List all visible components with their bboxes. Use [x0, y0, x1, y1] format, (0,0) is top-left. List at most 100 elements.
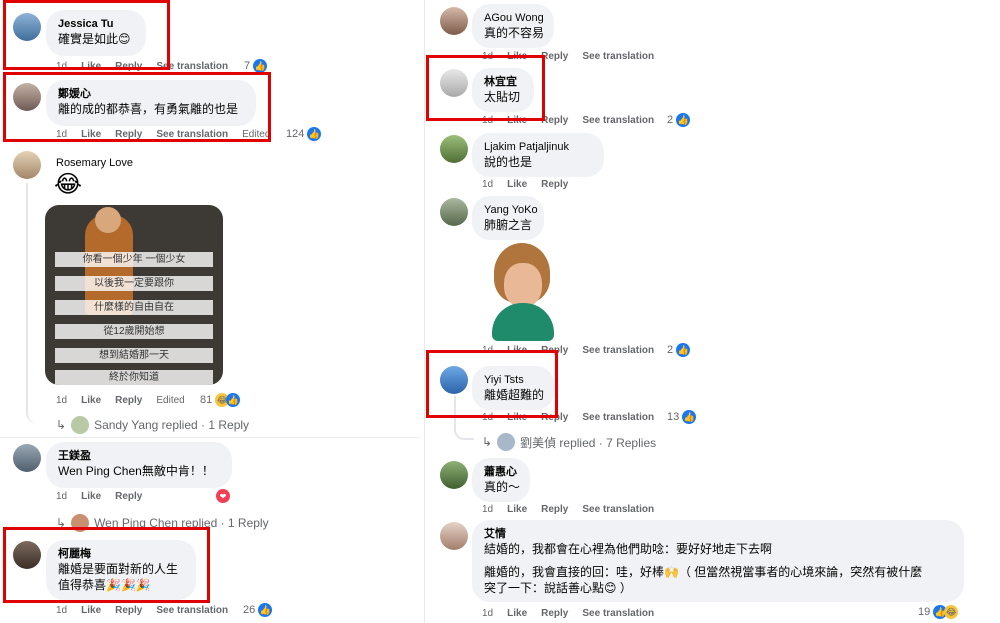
reply-button[interactable]: Reply: [115, 605, 142, 616]
comment-text: 離婚的，我會直接的回：哇，好棒🙌（ 但當然視當事者的心境來論，突然有被什麼: [484, 565, 923, 579]
highlight-box: [3, 527, 210, 603]
like-icon: 👍: [676, 343, 691, 357]
like-icon: 👍: [676, 113, 691, 127]
comment-bubble: 艾情 結婚的，我都會在心裡為他們助唸：要好好地走下去啊 離婚的，我會直接的回：哇…: [472, 520, 964, 602]
reaction-count[interactable]: 124 👍: [286, 127, 322, 141]
reply-button[interactable]: Reply: [115, 395, 142, 406]
sticker-face: [504, 263, 542, 307]
like-button[interactable]: Like: [81, 491, 101, 502]
reaction-count[interactable]: 2 👍: [667, 343, 691, 357]
reaction-count[interactable]: 81 😂 👍: [200, 393, 241, 407]
comment-author[interactable]: Rosemary Love: [56, 156, 133, 170]
avatar: [497, 433, 516, 451]
comment-time[interactable]: 1d: [482, 179, 493, 190]
gif-head: [95, 207, 121, 233]
comment-bubble: AGou Wong 真的不容易: [472, 4, 554, 48]
reaction-number: 124: [286, 128, 305, 140]
heart-icon: ❤: [216, 489, 230, 503]
comment-author[interactable]: 艾情: [484, 527, 952, 541]
like-button[interactable]: Like: [81, 395, 101, 406]
reaction-number: 13: [667, 411, 680, 423]
highlight-box: [3, 72, 271, 142]
reply-button[interactable]: Reply: [541, 115, 568, 126]
reaction-count[interactable]: ❤: [216, 489, 230, 503]
reaction-count[interactable]: 2 👍: [667, 113, 691, 127]
comment-text: 肺腑之言: [484, 218, 533, 232]
comment-actions: 1d Like Reply Edited: [56, 395, 199, 406]
comment-author[interactable]: 王鎂盈: [58, 449, 220, 463]
comment-time[interactable]: 1d: [56, 395, 67, 406]
see-translation-link[interactable]: See translation: [582, 115, 654, 126]
reply-arrow-icon: ↳: [56, 418, 67, 432]
comment-time[interactable]: 1d: [56, 491, 67, 502]
gif-attachment[interactable]: 你看一個少年 一個少女 以後我一定要跟你 什麼樣的自由自在 從12歲開始想 想到…: [45, 205, 223, 385]
like-button[interactable]: Like: [507, 504, 527, 515]
replies-summary: 劉美偵 replied · 7 Replies: [520, 435, 657, 450]
reaction-count[interactable]: 7 👍: [244, 59, 268, 73]
reaction-count[interactable]: 13 👍: [667, 410, 697, 424]
comment-bubble: Ljakim Patjaljinuk 說的也是: [472, 133, 604, 177]
comment-time[interactable]: 1d: [482, 608, 493, 619]
see-translation-link[interactable]: See translation: [156, 605, 228, 616]
avatar-sticker[interactable]: [486, 243, 558, 341]
sticker-body: [492, 303, 554, 341]
comment-author[interactable]: Ljakim Patjaljinuk: [484, 140, 592, 154]
gif-caption: 從12歲開始想: [55, 324, 213, 339]
comment-time[interactable]: 1d: [56, 605, 67, 616]
comment-bubble: 王鎂盈 Wen Ping Chen無敵中肯！！: [46, 442, 232, 488]
like-button[interactable]: Like: [507, 608, 527, 619]
comment-actions: 1d Like Reply See translation: [482, 608, 668, 619]
comment-author[interactable]: Yang YoKo: [484, 203, 538, 217]
avatar: [71, 416, 90, 434]
see-translation-link[interactable]: See translation: [582, 608, 654, 619]
comment-actions: 1d Like Reply See translation: [56, 605, 242, 616]
avatar[interactable]: [440, 461, 468, 489]
reaction-count[interactable]: 26 👍: [243, 603, 273, 617]
see-translation-link[interactable]: See translation: [582, 51, 654, 62]
comment-actions: 1d Like Reply See translation: [482, 504, 668, 515]
avatar[interactable]: [13, 151, 41, 179]
avatar[interactable]: [13, 444, 41, 472]
left-comment-column: Jessica Tu 確實是如此😊 1d Like Reply See tran…: [0, 0, 420, 623]
see-translation-link[interactable]: See translation: [582, 504, 654, 515]
gif-caption: 你看一個少年 一個少女: [55, 252, 213, 267]
comment-author[interactable]: 蕭惠心: [484, 465, 518, 479]
view-replies-link[interactable]: ↳ Sandy Yang replied · 1 Reply: [56, 416, 249, 434]
reply-button[interactable]: Reply: [541, 504, 568, 515]
separator: [0, 437, 420, 438]
reaction-number: 81: [200, 394, 213, 406]
gif-caption: 什麼樣的自由自在: [55, 300, 213, 315]
gif-caption: 終於你知道: [55, 370, 213, 385]
comment-actions: 1d Like Reply: [482, 179, 582, 190]
comment-actions: 1d Like Reply: [56, 491, 156, 502]
haha-icon: 😂: [944, 605, 959, 619]
view-replies-link[interactable]: ↳ 劉美偵 replied · 7 Replies: [482, 433, 656, 451]
reply-thread-line: [26, 183, 68, 423]
comment-time[interactable]: 1d: [482, 504, 493, 515]
right-comment-column: AGou Wong 真的不容易 1d Like Reply See transl…: [426, 0, 1000, 623]
like-icon: 👍: [226, 393, 241, 407]
like-button[interactable]: Like: [507, 179, 527, 190]
reaction-number: 26: [243, 604, 256, 616]
avatar[interactable]: [440, 135, 468, 163]
avatar[interactable]: [440, 198, 468, 226]
comment-author[interactable]: AGou Wong: [484, 11, 544, 25]
reply-button[interactable]: Reply: [541, 608, 568, 619]
comment-text: 突了一下：說話善心點😊 ）: [484, 581, 632, 595]
like-icon: 👍: [682, 410, 697, 424]
highlight-box: [3, 0, 170, 70]
edited-label: Edited: [156, 395, 185, 406]
reply-button[interactable]: Reply: [115, 491, 142, 502]
highlight-box: [426, 350, 558, 418]
see-translation-link[interactable]: See translation: [582, 345, 654, 356]
comment-text: 結婚的，我都會在心裡為他們助唸：要好好地走下去啊: [484, 542, 773, 556]
reaction-count[interactable]: 19 👍 😂: [918, 605, 959, 619]
see-translation-link[interactable]: See translation: [582, 412, 654, 423]
avatar[interactable]: [440, 7, 468, 35]
like-button[interactable]: Like: [81, 605, 101, 616]
reply-button[interactable]: Reply: [541, 51, 568, 62]
comment-text: 真的～: [484, 480, 521, 494]
reply-button[interactable]: Reply: [541, 179, 568, 190]
replies-summary: Sandy Yang replied · 1 Reply: [94, 418, 250, 432]
avatar[interactable]: [440, 522, 468, 550]
